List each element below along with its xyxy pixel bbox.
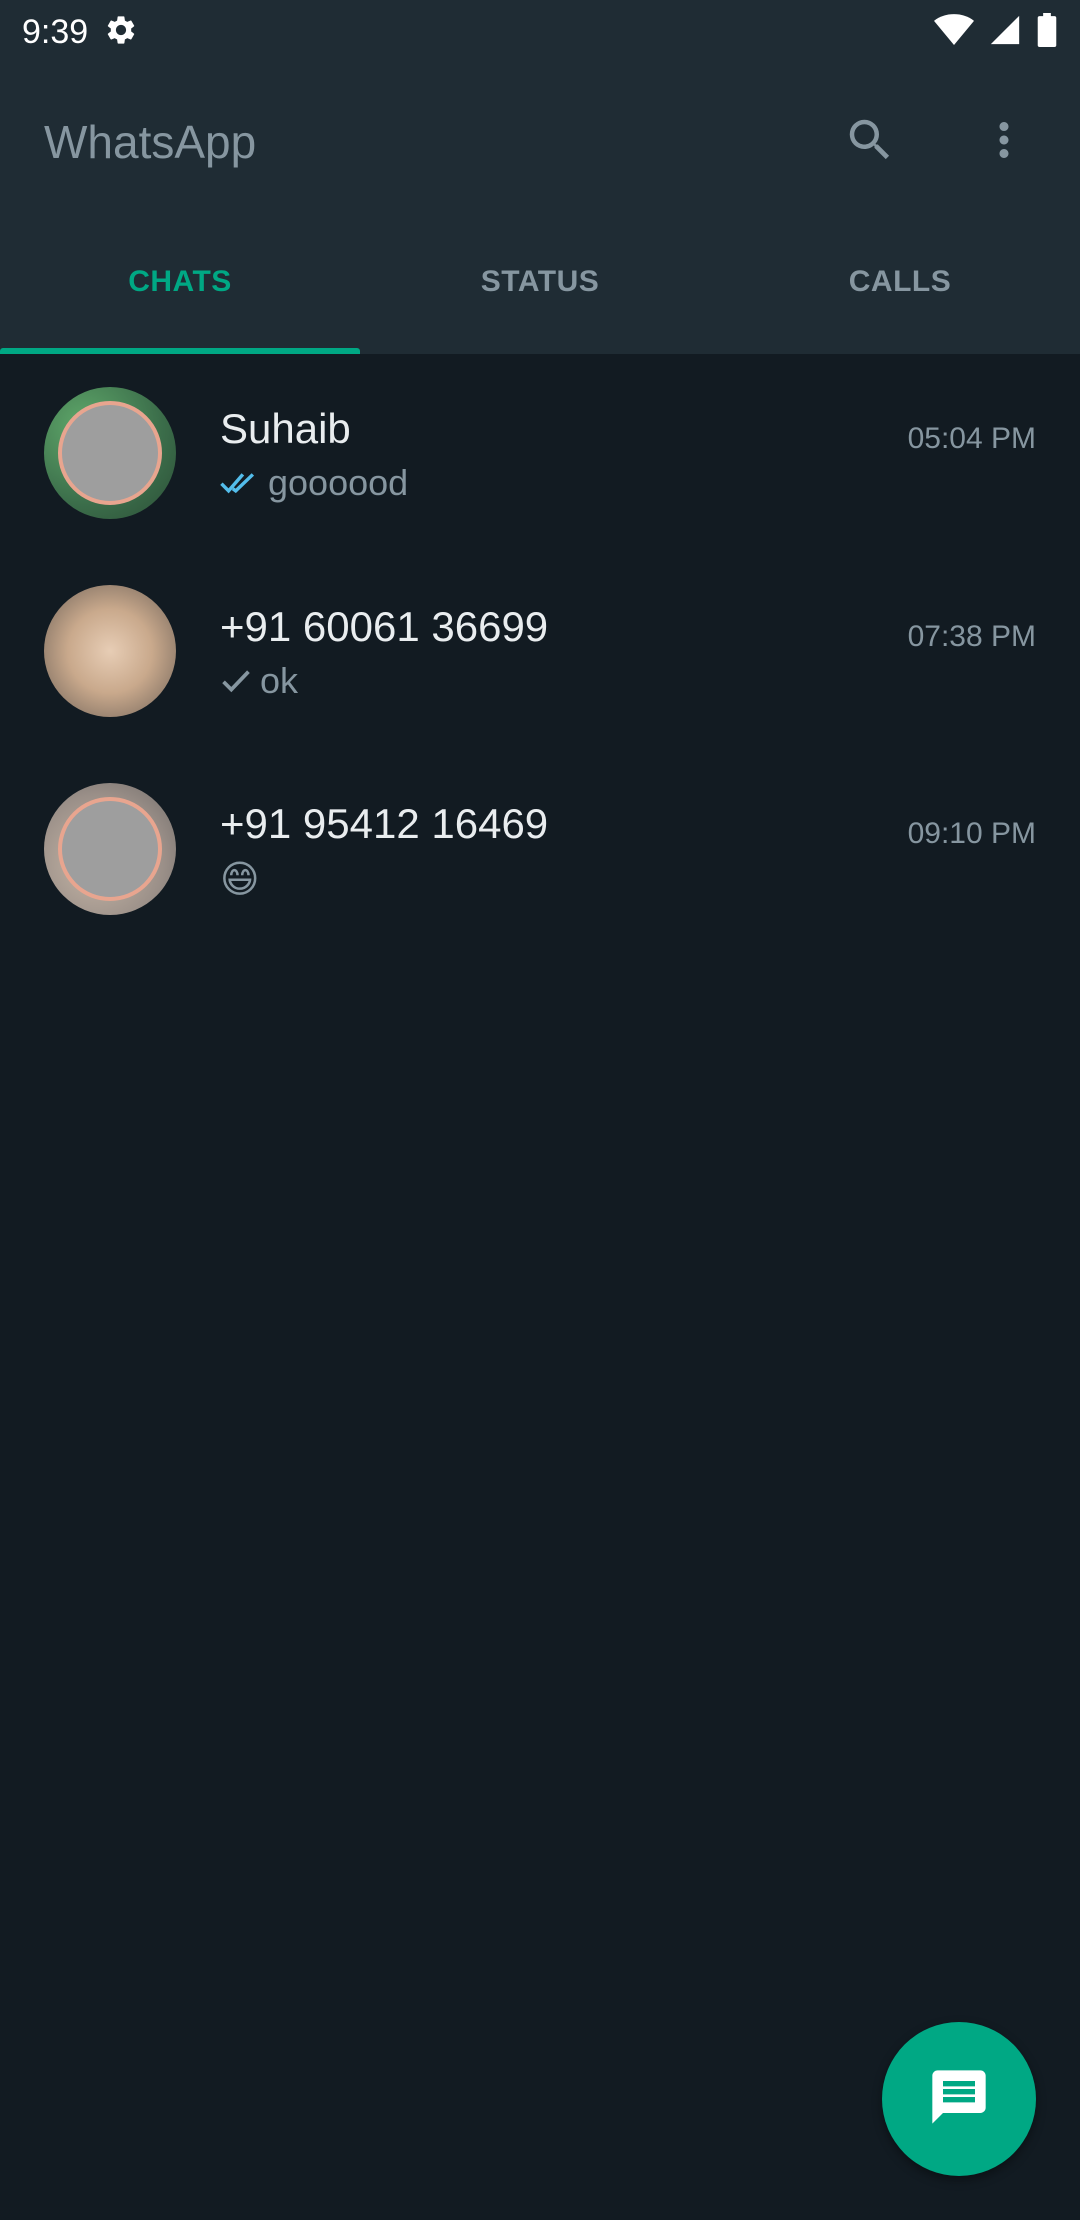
app-actions xyxy=(838,110,1036,174)
tab-calls[interactable]: CALLS xyxy=(720,220,1080,354)
chat-name: Suhaib xyxy=(220,405,351,452)
tab-chats[interactable]: CHATS xyxy=(0,220,360,354)
more-options-button[interactable] xyxy=(972,110,1036,174)
battery-icon xyxy=(1036,12,1058,52)
app-title: WhatsApp xyxy=(44,116,257,168)
new-chat-button[interactable] xyxy=(882,2022,1036,2176)
more-vert-icon xyxy=(977,113,1031,172)
chat-preview-text: goooood xyxy=(268,462,409,503)
chat-top: Suhaib 05:04 PM xyxy=(220,402,1036,456)
chat-preview-emoji: 😄 xyxy=(220,858,260,901)
chat-time: 09:10 PM xyxy=(907,816,1036,850)
app-bar: WhatsApp xyxy=(0,64,1080,220)
single-tick-icon xyxy=(220,667,252,695)
chat-top: +91 95412 16469 09:10 PM xyxy=(220,797,1036,851)
tab-status[interactable]: STATUS xyxy=(360,220,720,354)
chat-preview: 😄 xyxy=(220,857,1036,902)
avatar-image xyxy=(58,401,162,505)
chat-row-contact-3[interactable]: +91 95412 16469 09:10 PM 😄 xyxy=(0,750,1080,948)
tab-chats-label: CHATS xyxy=(128,265,232,298)
tab-bar: CHATS STATUS CALLS xyxy=(0,220,1080,354)
chat-list: Suhaib 05:04 PM goooood +91 60061 36699 … xyxy=(0,354,1080,948)
chat-top: +91 60061 36699 07:38 PM xyxy=(220,600,1036,654)
gear-icon xyxy=(104,13,138,52)
tab-calls-label: CALLS xyxy=(848,265,952,298)
tab-status-label: STATUS xyxy=(480,265,600,298)
search-button[interactable] xyxy=(838,110,902,174)
avatar-image xyxy=(58,797,162,901)
chat-body: +91 95412 16469 09:10 PM 😄 xyxy=(220,797,1036,902)
status-right xyxy=(934,12,1058,52)
whatsapp-screen: 9:39 WhatsApp CHATS STATUS CALLS Suhaib … xyxy=(0,0,1080,2220)
chat-body: +91 60061 36699 07:38 PM ok xyxy=(220,600,1036,702)
status-time: 9:39 xyxy=(22,12,89,51)
new-chat-icon xyxy=(927,2065,991,2134)
chat-preview: ok xyxy=(220,660,1036,702)
double-tick-read-icon xyxy=(220,469,260,497)
chat-time: 05:04 PM xyxy=(907,422,1036,455)
status-bar: 9:39 xyxy=(0,0,1080,64)
chat-name: +91 95412 16469 xyxy=(220,799,549,847)
signal-icon xyxy=(988,13,1022,52)
chat-name: +91 60061 36699 xyxy=(220,603,549,650)
chat-time: 07:38 PM xyxy=(907,620,1036,653)
chat-row-contact-2[interactable]: +91 60061 36699 07:38 PM ok xyxy=(0,552,1080,750)
chat-preview: goooood xyxy=(220,462,1036,504)
search-icon xyxy=(843,113,897,172)
avatar[interactable] xyxy=(44,387,176,519)
status-left: 9:39 xyxy=(22,13,138,52)
chat-row-suhaib[interactable]: Suhaib 05:04 PM goooood xyxy=(0,354,1080,552)
wifi-icon xyxy=(934,13,974,52)
chat-preview-text: ok xyxy=(260,660,299,701)
avatar[interactable] xyxy=(44,585,176,717)
avatar[interactable] xyxy=(44,783,176,915)
chat-body: Suhaib 05:04 PM goooood xyxy=(220,402,1036,504)
